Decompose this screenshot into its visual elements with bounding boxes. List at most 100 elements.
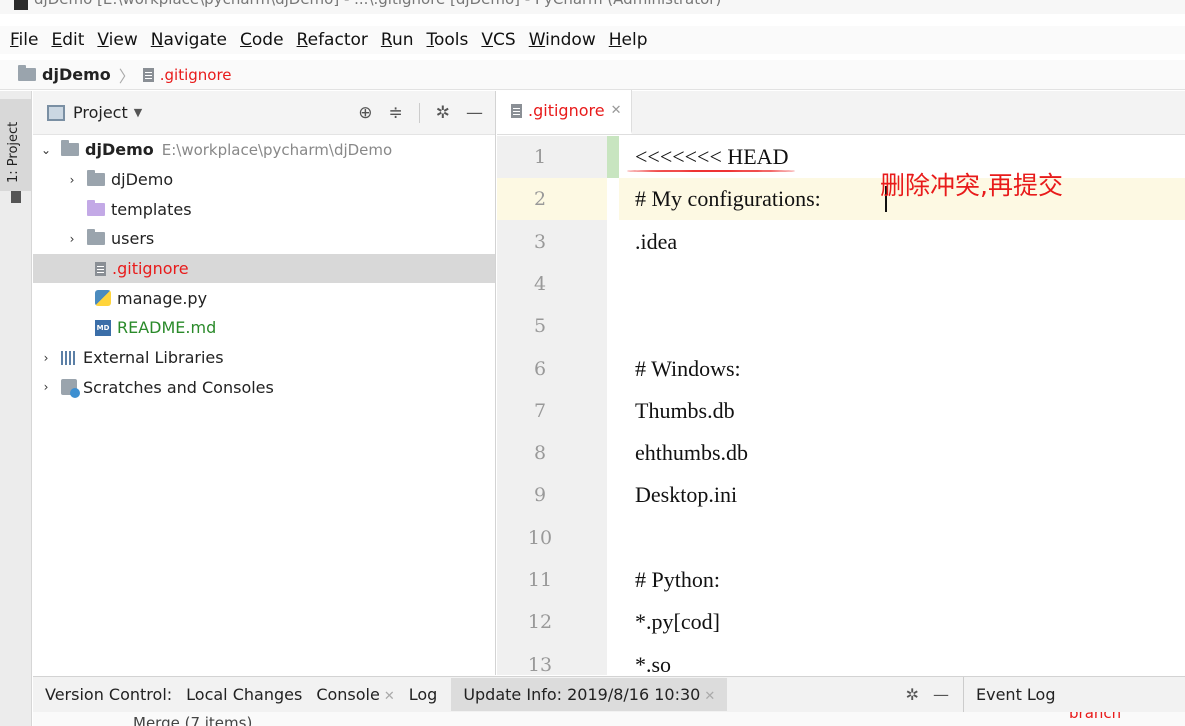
tree-item-root[interactable]: ⌄ djDemo E:\workplace\pycharm\djDemo — [33, 135, 495, 165]
code-line[interactable]: # Python: — [619, 559, 1185, 601]
breadcrumb-file[interactable]: .gitignore — [160, 66, 232, 84]
merge-node[interactable]: Merge (7 items) — [133, 714, 252, 726]
annotation-underline — [627, 170, 795, 172]
library-icon — [61, 350, 77, 365]
tree-item-label: djDemo — [85, 140, 154, 160]
code-line[interactable]: ehthumbs.db — [619, 432, 1185, 474]
title-bar: djDemo [E:\workplace\pycharm\djDemo] - .… — [0, 0, 1185, 14]
tree-item-gitignore[interactable]: .gitignore — [33, 253, 495, 284]
tree-item-templates[interactable]: templates — [33, 194, 495, 224]
line-number: 11 — [527, 569, 553, 591]
menu-run[interactable]: Run — [381, 30, 414, 50]
pycharm-logo-icon — [14, 0, 28, 10]
project-tree: ⌄ djDemo E:\workplace\pycharm\djDemo › d… — [33, 135, 495, 402]
menu-file[interactable]: File — [10, 30, 38, 50]
close-icon[interactable]: ✕ — [384, 689, 395, 704]
menu-edit[interactable]: Edit — [51, 30, 84, 50]
tree-item-manage-py[interactable]: manage.py — [33, 283, 495, 313]
tree-item-label: External Libraries — [83, 348, 224, 368]
tab-update-info-label: Update Info: 2019/8/16 10:30 — [463, 685, 701, 704]
menu-window[interactable]: Window — [529, 30, 596, 50]
tree-item-readme[interactable]: MD README.md — [33, 313, 495, 343]
line-number: 8 — [533, 442, 547, 465]
code-line[interactable] — [619, 517, 1185, 559]
code-line[interactable] — [619, 305, 1185, 347]
menu-navigate[interactable]: Navigate — [151, 30, 227, 50]
menu-vcs[interactable]: VCS — [481, 30, 515, 50]
tree-item-scratches[interactable]: › Scratches and Consoles — [33, 373, 495, 403]
project-view-selector[interactable]: Project — [73, 103, 128, 122]
tree-item-label: .gitignore — [112, 259, 189, 279]
event-log-tab[interactable]: Event Log — [963, 676, 1185, 713]
chevron-right-icon[interactable]: › — [65, 173, 79, 187]
branch-link[interactable]: branch — [1069, 712, 1121, 722]
gear-icon[interactable]: ✲ — [436, 103, 450, 123]
tree-item-label: users — [111, 229, 155, 249]
change-marker[interactable] — [607, 136, 619, 178]
collapse-all-icon[interactable]: ≑ — [389, 103, 403, 123]
chevron-down-icon[interactable]: ▼ — [134, 106, 142, 119]
hide-icon[interactable]: — — [466, 103, 483, 123]
code-line-text: Thumbs.db — [635, 397, 735, 423]
code-line-text: .idea — [635, 228, 678, 254]
code-line-text: # Windows: — [635, 355, 741, 381]
line-number-gutter: 1 2 3 4 5 6 7 8 9 10 11 12 13 — [497, 136, 619, 676]
close-icon[interactable]: ✕ — [611, 103, 622, 118]
code-line-text: # Python: — [635, 567, 720, 592]
close-icon[interactable]: ✕ — [704, 689, 715, 704]
breadcrumb: djDemo 〉 .gitignore — [0, 60, 1185, 90]
tab-update-info[interactable]: Update Info: 2019/8/16 10:30 ✕ — [451, 678, 728, 711]
tree-item-label: Scratches and Consoles — [83, 377, 274, 397]
code-line-text: *.py[cod] — [635, 609, 720, 635]
tree-item-label: templates — [111, 199, 192, 219]
folder-icon — [11, 191, 21, 203]
chevron-right-icon[interactable]: › — [65, 232, 79, 246]
annotation-text: 删除冲突,再提交 — [880, 171, 1063, 200]
folder-icon — [18, 65, 36, 81]
code-line[interactable]: *.py[cod] — [619, 601, 1185, 643]
scratches-icon — [61, 379, 80, 399]
code-line[interactable] — [619, 263, 1185, 305]
tree-item-external-libraries[interactable]: › External Libraries — [33, 343, 495, 373]
left-tool-strip: 1: Project — [0, 91, 32, 726]
code-line-text: # My configurations: — [635, 186, 821, 212]
menu-help[interactable]: Help — [609, 30, 648, 50]
chevron-right-icon[interactable]: › — [39, 351, 53, 365]
tree-item-users[interactable]: › users — [33, 224, 495, 254]
editor-area: .gitignore ✕ 1 2 3 4 5 6 7 8 9 10 11 12 13 <<<<<<< H… — [497, 90, 1185, 677]
code-line[interactable]: .idea — [619, 221, 1185, 263]
bottom-tool-bar: Version Control: Local Changes Console ✕ … — [33, 676, 1185, 713]
chevron-right-icon[interactable]: › — [39, 380, 53, 394]
text-file-icon — [142, 67, 154, 82]
project-panel-header: Project ▼ ⊕ ≑ ✲ — — [33, 91, 495, 135]
menu-tools[interactable]: Tools — [427, 30, 469, 50]
tab-log[interactable]: Log — [409, 685, 438, 704]
gear-icon[interactable]: ✲ — [906, 685, 919, 704]
code-line[interactable]: Thumbs.db — [619, 390, 1185, 432]
tab-console[interactable]: Console ✕ — [316, 685, 394, 704]
chevron-down-icon[interactable]: ⌄ — [39, 143, 53, 157]
hide-icon[interactable]: — — [933, 685, 949, 704]
code-line[interactable]: # Windows: — [619, 348, 1185, 390]
tree-item-label: djDemo — [111, 170, 174, 190]
editor-tab-gitignore[interactable]: .gitignore ✕ — [497, 90, 633, 134]
line-number: 10 — [527, 526, 553, 549]
tree-item-djdemo[interactable]: › djDemo — [33, 165, 495, 195]
version-control-toolbar: Merge (7 items) branch — [33, 712, 1185, 726]
menu-code[interactable]: Code — [240, 30, 284, 50]
code-line[interactable]: Desktop.ini — [619, 474, 1185, 516]
tab-console-label: Console — [316, 685, 380, 704]
menu-refactor[interactable]: Refactor — [297, 30, 368, 50]
menu-view[interactable]: View — [97, 30, 137, 50]
code-editor[interactable]: <<<<<<< HEAD # My configurations: .idea # W… — [619, 136, 1185, 677]
breadcrumb-project[interactable]: djDemo — [42, 65, 111, 84]
locate-icon[interactable]: ⊕ — [358, 103, 372, 123]
folder-icon — [87, 229, 105, 246]
project-tool-tab[interactable]: 1: Project — [0, 99, 31, 191]
line-number: 4 — [533, 272, 547, 295]
tab-local-changes[interactable]: Local Changes — [186, 685, 302, 704]
chevron-right-icon: 〉 — [118, 66, 135, 86]
tree-item-label: manage.py — [117, 288, 208, 308]
text-file-icon — [511, 103, 522, 118]
line-number: 12 — [527, 611, 553, 634]
